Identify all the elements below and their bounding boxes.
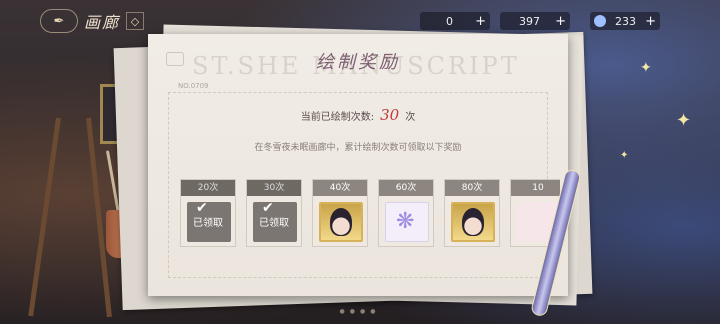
reward-threshold: 80次 [445, 180, 499, 196]
reward-card-30[interactable]: 30次 ✔ 已领取 [246, 179, 302, 247]
draw-count: 当前已绘制次数: 30 次 [148, 106, 568, 124]
reward-panel: ST.SHE MANUSCRIPT 绘制奖励 NO.0709 当前已绘制次数: 3… [148, 34, 568, 296]
reward-threshold: 60次 [379, 180, 433, 196]
reward-threshold: 10 [511, 180, 560, 196]
character-portrait [462, 208, 484, 236]
star-icon: ✦ [640, 60, 652, 76]
draw-count-value: 30 [380, 106, 400, 124]
character-portrait [330, 208, 352, 236]
portrait-card-icon [451, 202, 495, 242]
resource-value: 0 [446, 14, 454, 28]
reward-threshold: 20次 [181, 180, 235, 196]
resource-value: 233 [615, 14, 637, 28]
butterfly-icon: ❋ [385, 202, 429, 242]
diamond-icon [594, 15, 606, 27]
reward-description: 在冬雪夜未眠画廊中，累计绘制次数可领取以下奖励 [254, 143, 462, 153]
game-screen: ✦ ✦ ✦ ✒ 画廊 ◇ 0 + 397 + 233 + ST.SHE MANU… [0, 0, 720, 324]
star-icon: ✦ [676, 110, 692, 131]
resource-value: 397 [519, 14, 541, 28]
resource-crystal: 397 + [500, 12, 570, 30]
star-icon: ✦ [620, 150, 629, 161]
resource-coin: 0 + [420, 12, 490, 30]
resource-diamond: 233 + [590, 12, 660, 30]
add-diamond-button[interactable]: + [645, 14, 656, 29]
reward-card-40[interactable]: 40次 [312, 179, 368, 247]
claimed-label: 已领取 [259, 218, 289, 229]
claimed-label: 已领取 [193, 218, 223, 229]
reward-list[interactable]: 20次 ✔ 已领取 30次 ✔ 已领取 40次 60次 ❋ 80次 10 [180, 179, 560, 249]
easel-leg [28, 117, 61, 317]
reward-card-60[interactable]: 60次 ❋ [378, 179, 434, 247]
panel-title: 绘制奖励 [316, 52, 400, 73]
page-title: 画廊 [84, 13, 121, 32]
reward-threshold: 40次 [313, 180, 367, 196]
serial-number: NO.0709 [178, 82, 209, 90]
add-crystal-button[interactable]: + [555, 14, 566, 29]
page-indicator: ●●●● [339, 308, 381, 315]
gallery-icon[interactable]: ◇ [126, 12, 145, 30]
reward-card-80[interactable]: 80次 [444, 179, 500, 247]
portrait-card-icon [319, 202, 363, 242]
reward-threshold: 30次 [247, 180, 301, 196]
draw-count-label: 当前已绘制次数: [300, 112, 375, 123]
add-coin-button[interactable]: + [475, 14, 486, 29]
reward-card-20[interactable]: 20次 ✔ 已领取 [180, 179, 236, 247]
top-nav: ✒ 画廊 ◇ [40, 8, 170, 34]
draw-count-unit: 次 [405, 112, 416, 123]
quill-icon[interactable]: ✒ [40, 9, 78, 33]
butterfly-shape: ❋ [396, 209, 415, 234]
